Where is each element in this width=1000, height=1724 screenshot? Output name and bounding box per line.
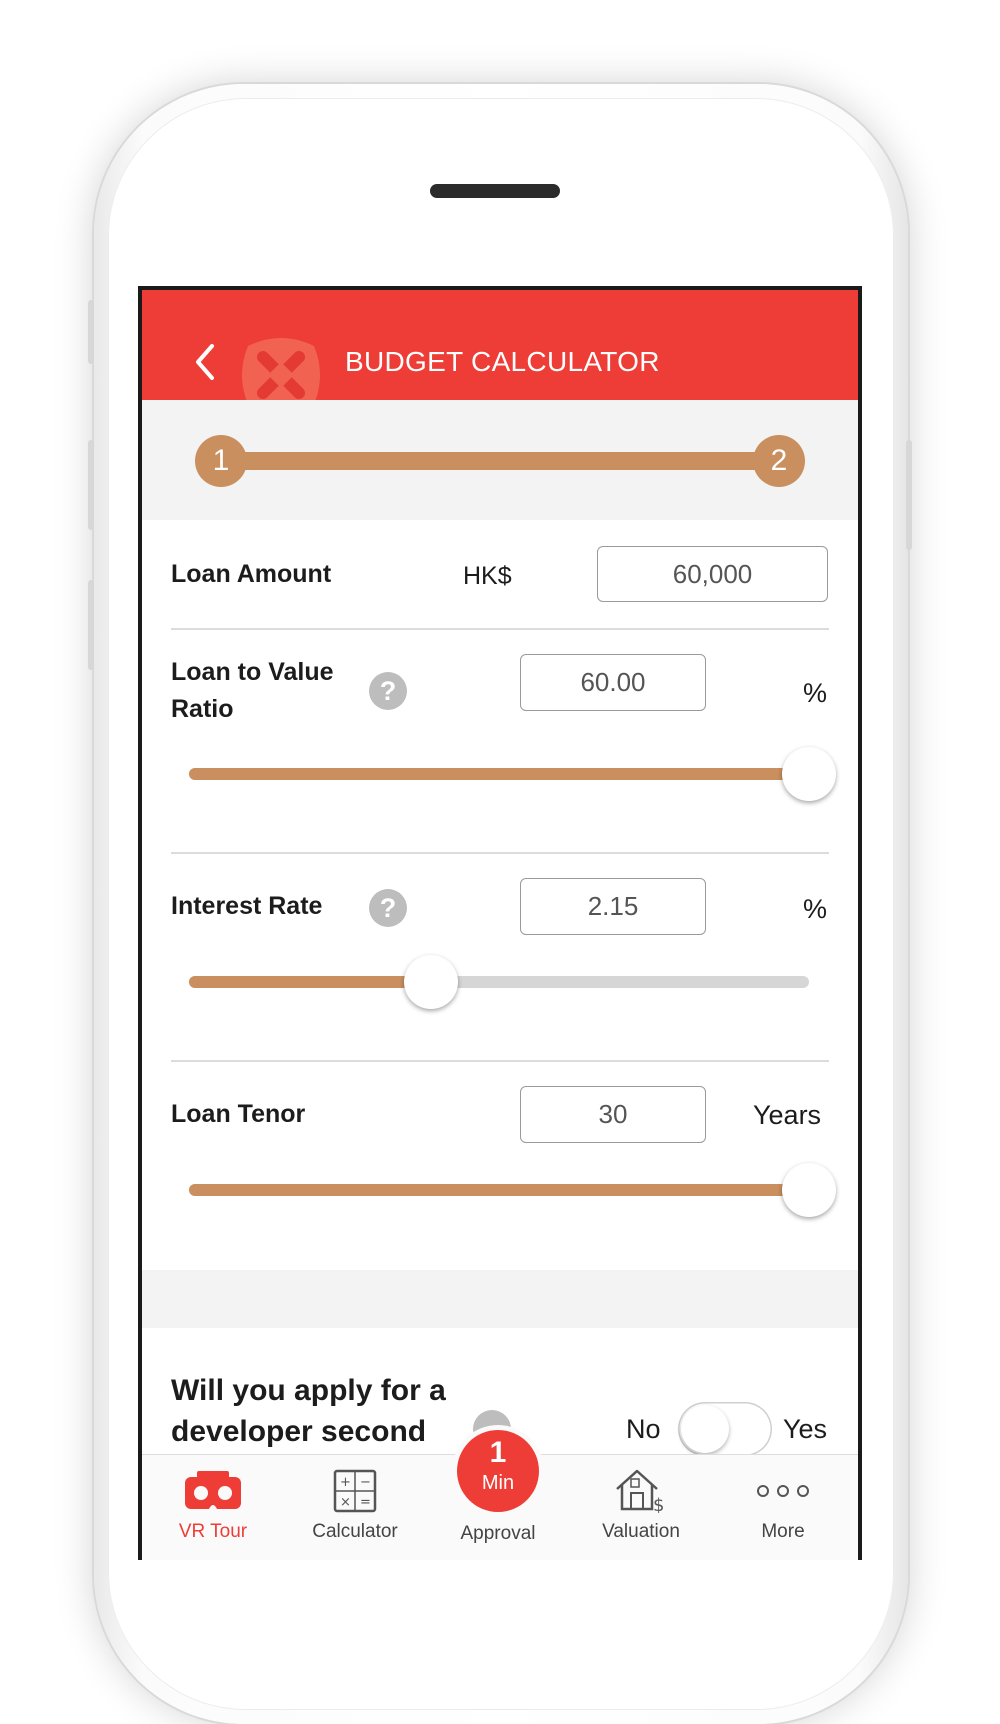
ltv-label-line2: Ratio (171, 695, 234, 723)
tab-more[interactable]: More (718, 1455, 848, 1560)
tab-label: More (761, 1521, 805, 1542)
ltv-slider-fill (189, 768, 809, 780)
question-line1: Will you apply for a (171, 1374, 446, 1407)
interest-rate-slider-fill (189, 976, 425, 988)
ltv-unit: % (803, 678, 828, 708)
loan-tenor-unit: Years (753, 1100, 822, 1130)
divider (171, 628, 829, 630)
loan-tenor-slider-thumb[interactable] (782, 1163, 836, 1217)
question-line2: developer second (171, 1415, 427, 1448)
divider (171, 1060, 829, 1062)
tab-label: Calculator (312, 1521, 398, 1542)
step-2[interactable]: 2 (753, 435, 805, 487)
ltv-label: Loan to Value Ratio (171, 654, 334, 728)
phone-screen: BUDGET CALCULATOR 1 2 Loan Amount HK$ Lo… (138, 286, 862, 1560)
ltv-help-icon[interactable]: ? (369, 672, 407, 710)
power-button (906, 440, 912, 550)
loan-amount-input[interactable] (597, 546, 828, 602)
earpiece-speaker (430, 184, 560, 198)
approval-badge-number: 1 (489, 1436, 507, 1469)
loan-tenor-slider-fill (189, 1184, 809, 1196)
developer-second-question: Will you apply for a developer second (171, 1370, 501, 1452)
svg-text:$: $ (653, 1495, 664, 1513)
back-arrow-icon[interactable] (190, 342, 226, 382)
more-dots-icon (757, 1485, 809, 1497)
interest-rate-unit: % (803, 894, 828, 924)
interest-rate-slider-thumb[interactable] (403, 955, 458, 1009)
svg-text:×: × (340, 1495, 351, 1510)
svg-text:=: = (360, 1495, 371, 1510)
house-dollar-icon: $ (616, 1469, 664, 1513)
toggle-knob (681, 1405, 729, 1453)
ltv-input[interactable] (520, 654, 706, 711)
toggle-yes-label: Yes (783, 1414, 828, 1444)
section-separator (142, 1270, 858, 1328)
svg-text:−: − (360, 1475, 371, 1490)
approval-badge[interactable]: 1 Min (457, 1430, 539, 1512)
interest-rate-label: Interest Rate (171, 892, 323, 920)
calculator-icon: + − × = (333, 1469, 377, 1513)
approval-badge-unit: Min (481, 1472, 515, 1494)
app-header: BUDGET CALCULATOR (142, 290, 858, 400)
app-screen: BUDGET CALCULATOR 1 2 Loan Amount HK$ Lo… (142, 290, 858, 1560)
tab-valuation[interactable]: $ Valuation (576, 1455, 706, 1560)
page-title: BUDGET CALCULATOR (345, 346, 660, 377)
interest-rate-help-icon[interactable]: ? (369, 889, 407, 927)
ltv-label-line1: Loan to Value (171, 658, 334, 686)
ltv-slider-thumb[interactable] (782, 747, 836, 801)
volume-up-button (88, 440, 94, 530)
tab-label: Valuation (602, 1521, 680, 1542)
tab-label: Approval (460, 1523, 536, 1544)
tab-calculator[interactable]: + − × = Calculator (290, 1455, 420, 1560)
toggle-no-label: No (626, 1414, 661, 1444)
divider (171, 852, 829, 854)
loan-amount-label: Loan Amount (171, 560, 332, 588)
bank-logo-icon (242, 338, 320, 400)
svg-text:+: + (340, 1475, 351, 1490)
mute-switch (88, 300, 94, 364)
volume-down-button (88, 580, 94, 670)
vr-headset-icon (185, 1471, 241, 1509)
interest-rate-input[interactable] (520, 878, 706, 935)
developer-second-toggle[interactable] (678, 1402, 772, 1456)
currency-label: HK$ (463, 562, 512, 590)
tab-label: VR Tour (178, 1521, 248, 1542)
step-1[interactable]: 1 (195, 435, 247, 487)
stepper-line (222, 452, 782, 470)
loan-tenor-input[interactable] (520, 1086, 706, 1143)
loan-tenor-label: Loan Tenor (171, 1100, 306, 1128)
tab-vr-tour[interactable]: VR Tour (148, 1455, 278, 1560)
